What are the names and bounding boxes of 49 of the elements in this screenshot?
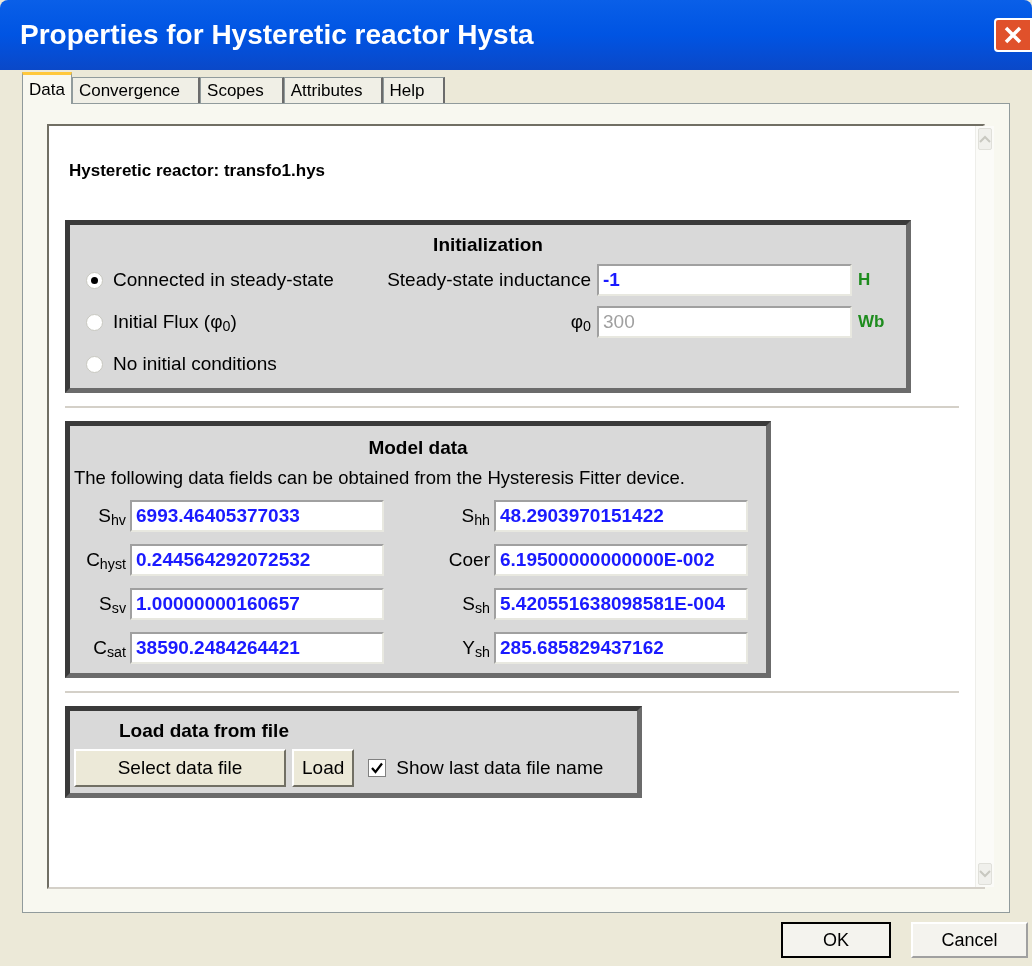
dialog-button[interactable]: OK — [781, 922, 891, 958]
text-field[interactable]: 38590.2484264421 — [130, 631, 384, 664]
radio-label: Connected in steady-state — [113, 267, 334, 292]
tab[interactable]: Scopes — [200, 77, 284, 104]
heading: Hysteretic reactor: transfo1.hys — [69, 160, 327, 182]
unit-label: Wb — [858, 311, 886, 334]
text-field[interactable]: 5.420551638098581E-004 — [494, 587, 748, 620]
field-label: S$_{sv}$ — [98, 591, 126, 618]
text-field[interactable]: -1 — [597, 264, 852, 296]
field-label: Y$_{sh}$ — [461, 635, 490, 662]
field-label: S$_{sh}$ — [461, 591, 490, 618]
radio-label: Initial Flux (φ$_{0}$) — [113, 309, 237, 337]
scroll-up-icon[interactable] — [978, 128, 992, 150]
load-button[interactable]: Load — [292, 749, 355, 787]
unit-label: H — [858, 269, 872, 292]
group-title: Load data from file — [118, 718, 290, 743]
scrollbar[interactable] — [975, 126, 994, 887]
radio-button[interactable] — [86, 355, 103, 373]
radio-label: No initial conditions — [113, 351, 277, 376]
note-text: The following data fields can be obtained from the Hysteresis Fitter device. — [74, 466, 686, 490]
text-field[interactable]: 0.244564292072532 — [130, 543, 384, 576]
text-field[interactable]: 48.2903970151422 — [494, 499, 748, 532]
scroll-down-icon[interactable] — [978, 863, 992, 885]
text-field[interactable]: 6.19500000000000E-002 — [494, 543, 748, 576]
tab[interactable]: Data — [22, 72, 72, 104]
group-title: Initialization — [432, 232, 544, 257]
checkbox[interactable] — [368, 759, 387, 777]
text-field[interactable]: 6993.46405377033 — [130, 499, 384, 532]
load-button[interactable]: Select data file — [74, 749, 286, 787]
field-label: S$_{hv}$ — [97, 503, 126, 530]
radio-button[interactable] — [86, 313, 103, 331]
field-label: Coer — [447, 547, 490, 572]
window-title: Properties for Hysteretic reactor Hysta — [20, 18, 534, 52]
close-icon — [1003, 25, 1023, 45]
tab[interactable]: Convergence — [71, 77, 201, 104]
dialog-button[interactable]: Cancel — [911, 922, 1028, 958]
check-icon — [371, 762, 384, 774]
group-title: Model data — [367, 435, 469, 460]
field-label: φ$_{0}$ — [570, 309, 591, 337]
close-button[interactable] — [994, 18, 1032, 52]
text-field[interactable]: 285.685829437162 — [494, 631, 748, 664]
field-label: C$_{hyst}$ — [85, 547, 126, 574]
radio-button[interactable] — [86, 271, 103, 289]
tab[interactable]: Attributes — [283, 77, 383, 104]
text-field[interactable]: 1.00000000160657 — [130, 587, 384, 620]
field-label: S$_{hh}$ — [460, 503, 490, 530]
field-label: Steady-state inductance — [387, 267, 591, 292]
field-label: C$_{sat}$ — [92, 635, 126, 662]
checkbox-label: Show last data file name — [396, 755, 604, 780]
